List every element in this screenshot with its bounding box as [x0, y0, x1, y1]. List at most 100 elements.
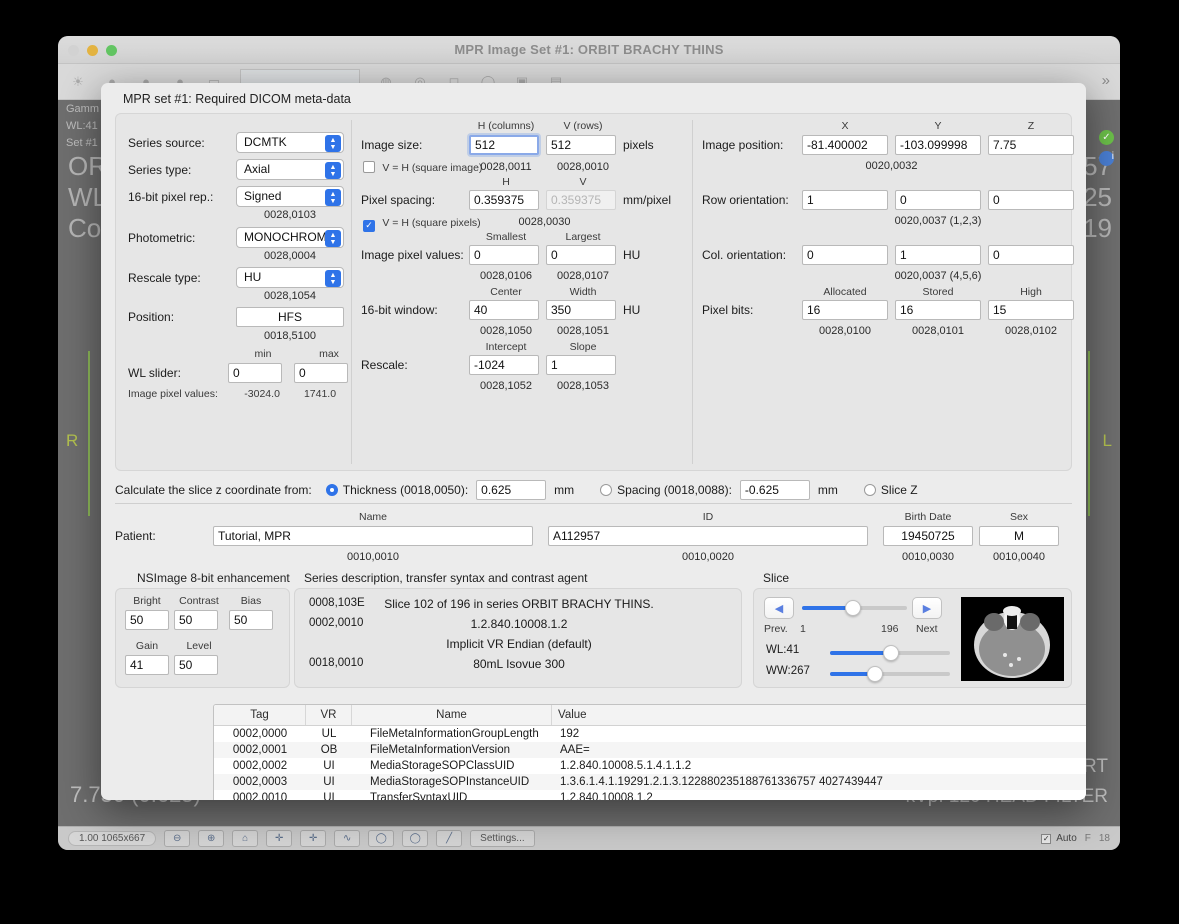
window-width-input[interactable] — [546, 300, 616, 320]
slicez-radio-option[interactable]: Slice Z — [863, 483, 918, 497]
zoom-icon[interactable] — [106, 45, 117, 56]
square-pixels-checkbox[interactable]: ✓ V = H (square pixels) — [363, 215, 481, 232]
viewer-right-badges[interactable]: ✓ i — [1099, 127, 1114, 166]
viewer-auto-toggle[interactable]: ✓ Auto — [1041, 833, 1077, 844]
row-orientation-x-input[interactable] — [802, 190, 888, 210]
image-size-v-input[interactable] — [546, 135, 616, 155]
prev-slice-button[interactable]: ◀ — [764, 597, 794, 619]
crosshair-icon-2[interactable]: ✛ — [300, 830, 327, 847]
traffic-lights[interactable] — [68, 45, 117, 56]
wl-min-input[interactable] — [228, 363, 282, 383]
zoom-in-icon[interactable]: ⊕ — [198, 830, 225, 847]
radio-selected-icon[interactable] — [325, 484, 338, 496]
image-size-h-input[interactable] — [469, 135, 539, 155]
minimize-icon[interactable] — [87, 45, 98, 56]
window-center-input[interactable] — [469, 300, 539, 320]
ww-slider-knob[interactable] — [867, 666, 884, 682]
chevron-updown-icon[interactable]: ▲ ▼ — [325, 230, 341, 247]
viewer-zoom-field[interactable]: 1.00 1065x667 — [68, 831, 157, 846]
close-icon[interactable] — [68, 45, 79, 56]
auto-checkbox-icon[interactable]: ✓ — [1041, 833, 1052, 844]
table-row[interactable]: 0002,0000 UL FileMetaInformationGroupLengt… — [214, 726, 1086, 742]
wl-slider-control[interactable] — [830, 645, 950, 661]
table-row[interactable]: 0002,0003 UI MediaStorageSOPInstanceUID 1.3… — [214, 774, 1086, 790]
position-input[interactable] — [236, 307, 344, 327]
wl-slider-knob[interactable] — [882, 645, 899, 661]
info-badge-icon[interactable]: i — [1099, 151, 1114, 166]
bias-input[interactable] — [229, 610, 273, 630]
ipv-largest-input[interactable] — [546, 245, 616, 265]
rescale-slope-tag: 0028,1053 — [557, 380, 609, 392]
waveform-icon[interactable]: ∿ — [334, 830, 361, 847]
table-body[interactable]: 0002,0000 UL FileMetaInformationGroupLengt… — [214, 726, 1086, 800]
series-source-select[interactable]: DCMTK ▲ ▼ — [236, 132, 344, 153]
thickness-input[interactable] — [476, 480, 547, 500]
spacing-input[interactable] — [739, 480, 810, 500]
table-row[interactable]: 0002,0002 UI MediaStorageSOPClassUID 1.2.84… — [214, 758, 1086, 774]
patient-sex-input[interactable] — [979, 526, 1059, 546]
ipv-smallest-input[interactable] — [469, 245, 539, 265]
row-orientation-y-input[interactable] — [895, 190, 981, 210]
rescale-type-select[interactable]: HU ▲ ▼ — [236, 267, 344, 288]
rescale-intercept-input[interactable] — [469, 355, 539, 375]
series-type-select[interactable]: Axial ▲ ▼ — [236, 159, 344, 180]
gain-input[interactable] — [125, 655, 169, 675]
table-row[interactable]: 0002,0001 OB FileMetaInformationVersion AAE… — [214, 742, 1086, 758]
patient-birth-tag: 0010,0030 — [902, 551, 954, 563]
toolbar-overflow-icon[interactable]: » — [1102, 72, 1110, 89]
level-input[interactable] — [174, 655, 218, 675]
ruler-icon[interactable]: ╱ — [436, 830, 463, 847]
chevron-updown-icon[interactable]: ▲ ▼ — [325, 135, 341, 152]
checkbox-checked-icon[interactable]: ✓ — [363, 219, 375, 232]
checkbox-icon[interactable] — [363, 161, 375, 173]
patient-birth-input[interactable] — [883, 526, 973, 546]
zoom-out-icon[interactable]: ⊖ — [164, 830, 191, 847]
viewer-statusbar[interactable]: 1.00 1065x667 ⊖ ⊕ ⌂ ✛ ✛ ∿ ◯ ◯ ╱ Settings… — [58, 826, 1120, 850]
pixel-bits-high-input[interactable] — [988, 300, 1074, 320]
chevron-updown-icon[interactable]: ▲ ▼ — [325, 162, 341, 179]
rescale-slope-input[interactable] — [546, 355, 616, 375]
table-row[interactable]: 0002,0010 UI TransferSyntaxUID 1.2.840.1000… — [214, 790, 1086, 800]
circle-icon-1[interactable]: ◯ — [368, 830, 395, 847]
row-orientation-z-input[interactable] — [988, 190, 1074, 210]
col-orientation-y-input[interactable] — [895, 245, 981, 265]
next-slice-button[interactable]: ▶ — [912, 597, 942, 619]
spacing-radio-option[interactable]: Spacing (0018,0088): — [600, 483, 732, 497]
bright-input[interactable] — [125, 610, 169, 630]
bright-label: Bright — [133, 595, 161, 607]
ww-slider-control[interactable] — [830, 666, 950, 682]
field-rescale-type: Rescale type: HU ▲ ▼ — [128, 267, 348, 288]
image-position-x-input[interactable] — [802, 135, 888, 155]
radio-unselected-icon[interactable] — [863, 484, 876, 496]
col-orientation-x-input[interactable] — [802, 245, 888, 265]
crosshair-icon-1[interactable]: ✛ — [266, 830, 293, 847]
circle-icon-2[interactable]: ◯ — [402, 830, 429, 847]
chevron-updown-icon[interactable]: ▲ ▼ — [325, 189, 341, 206]
home-icon[interactable]: ⌂ — [232, 830, 259, 847]
brightness-icon[interactable]: ☀ — [70, 74, 86, 90]
patient-id-input[interactable] — [548, 526, 868, 546]
metadata-table[interactable]: Tag VR Name Value 0002,0000 UL FileMetaInf… — [213, 704, 1086, 800]
pixel-rep-select[interactable]: Signed ▲ ▼ — [236, 186, 344, 207]
slice-slider-knob[interactable] — [845, 600, 862, 616]
image-position-y-input[interactable] — [895, 135, 981, 155]
patient-name-input[interactable] — [213, 526, 533, 546]
slice-slider[interactable] — [802, 600, 907, 616]
pixel-spacing-h-input[interactable] — [469, 190, 539, 210]
col-orientation-z-input[interactable] — [988, 245, 1074, 265]
pixel-bits-stored-input[interactable] — [895, 300, 981, 320]
image-position-z-input[interactable] — [988, 135, 1074, 155]
viewer-settings-button[interactable]: Settings... — [470, 830, 535, 847]
viewer-rt-label: RT — [1083, 756, 1108, 777]
chevron-updown-icon[interactable]: ▲ ▼ — [325, 270, 341, 287]
wl-max-input[interactable] — [294, 363, 348, 383]
radio-unselected-icon[interactable] — [600, 484, 613, 496]
check-badge-icon[interactable]: ✓ — [1099, 130, 1114, 145]
thickness-radio-option[interactable]: Thickness (0018,0050): — [325, 483, 468, 497]
slice-thumbnail[interactable] — [961, 597, 1064, 681]
square-image-checkbox[interactable]: V = H (square image) — [363, 160, 482, 174]
photometric-select[interactable]: MONOCHROME2 ▲ ▼ — [236, 227, 344, 248]
window-center-header: Center — [490, 286, 522, 298]
contrast-input[interactable] — [174, 610, 218, 630]
pixel-bits-allocated-input[interactable] — [802, 300, 888, 320]
